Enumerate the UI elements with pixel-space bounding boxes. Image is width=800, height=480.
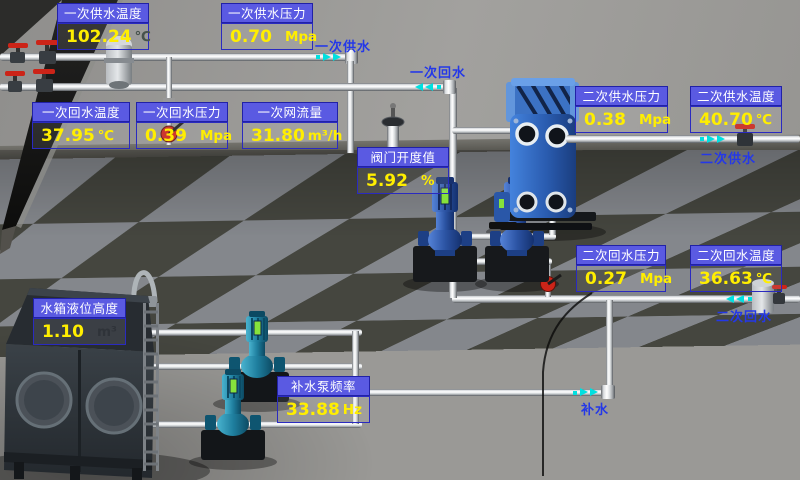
gauge-title: 二次回水温度 — [690, 245, 782, 265]
gauge-secondary-return-pressure[interactable]: 二次回水压力 0.27Mpa — [576, 245, 666, 292]
plant-scene — [0, 0, 800, 480]
gauge-title: 一次供水压力 — [221, 3, 313, 23]
hmi-screen: 一次供水 一次回水 二次供水 二次回水 补水 一次供水温度 102.24℃ 一次… — [0, 0, 800, 480]
gauge-title: 一次网流量 — [242, 102, 338, 122]
gauge-primary-network-flow[interactable]: 一次网流量 31.80m³/h — [242, 102, 338, 149]
primary-supply-pipe-label: 一次供水 — [315, 36, 371, 55]
gauge-primary-supply-pressure[interactable]: 一次供水压力 0.70Mpa — [221, 3, 313, 50]
gauge-secondary-return-temp[interactable]: 二次回水温度 36.63℃ — [690, 245, 782, 292]
secondary-return-pipe-label: 二次回水 — [716, 306, 772, 325]
gauge-primary-supply-temp[interactable]: 一次供水温度 102.24℃ — [57, 3, 149, 50]
primary-return-pipe-label: 一次回水 — [410, 62, 466, 81]
gauge-title: 一次回水温度 — [32, 102, 130, 122]
gauge-readout: 0.70Mpa — [221, 23, 313, 50]
gauge-makeup-pump-frequency[interactable]: 补水泵频率 33.88Hz — [277, 376, 370, 423]
gauge-readout: 0.39Mpa — [136, 122, 228, 149]
gauge-title: 补水泵频率 — [277, 376, 370, 396]
gauge-title: 阀门开度值 — [357, 147, 449, 167]
gauge-primary-return-pressure[interactable]: 一次回水压力 0.39Mpa — [136, 102, 228, 149]
makeup-water-pipes — [150, 329, 615, 428]
makeup-water-pipe-label: 补水 — [581, 399, 609, 418]
gauge-title: 二次回水压力 — [576, 245, 666, 265]
gauge-readout: 102.24℃ — [57, 23, 149, 50]
gauge-valve-opening[interactable]: 阀门开度值 5.92% — [357, 147, 449, 194]
gauge-title: 水箱液位高度 — [33, 298, 126, 318]
gauge-title: 一次供水温度 — [57, 3, 149, 23]
gauge-readout: 40.70℃ — [690, 106, 782, 133]
gauge-readout: 31.80m³/h — [242, 122, 338, 149]
gauge-readout: 5.92% — [357, 167, 449, 194]
gauge-primary-return-temp[interactable]: 一次回水温度 37.95℃ — [32, 102, 130, 149]
supply-valve-2[interactable] — [36, 40, 58, 64]
gauge-title: 二次供水压力 — [575, 86, 668, 106]
gauge-readout: 0.38Mpa — [575, 106, 668, 133]
return-valve-2[interactable] — [33, 69, 55, 92]
control-valve[interactable] — [382, 103, 404, 149]
gauge-secondary-supply-pressure[interactable]: 二次供水压力 0.38Mpa — [575, 86, 668, 133]
gauge-readout: 37.95℃ — [32, 122, 130, 149]
return-valve-1[interactable] — [5, 71, 25, 92]
gauge-title: 二次供水温度 — [690, 86, 782, 106]
gauge-readout: 0.27Mpa — [576, 265, 666, 292]
gauge-title: 一次回水压力 — [136, 102, 228, 122]
gauge-readout: 1.10m³ — [33, 318, 126, 345]
gauge-secondary-supply-temp[interactable]: 二次供水温度 40.70℃ — [690, 86, 782, 133]
gauge-readout: 33.88Hz — [277, 396, 370, 423]
gauge-tank-level[interactable]: 水箱液位高度 1.10m³ — [33, 298, 126, 345]
sensor-cable — [543, 293, 592, 476]
secondary-supply-pipe-label: 二次供水 — [700, 148, 756, 167]
secondary-supply-pipe — [566, 135, 800, 143]
gauge-readout: 36.63℃ — [690, 265, 782, 292]
